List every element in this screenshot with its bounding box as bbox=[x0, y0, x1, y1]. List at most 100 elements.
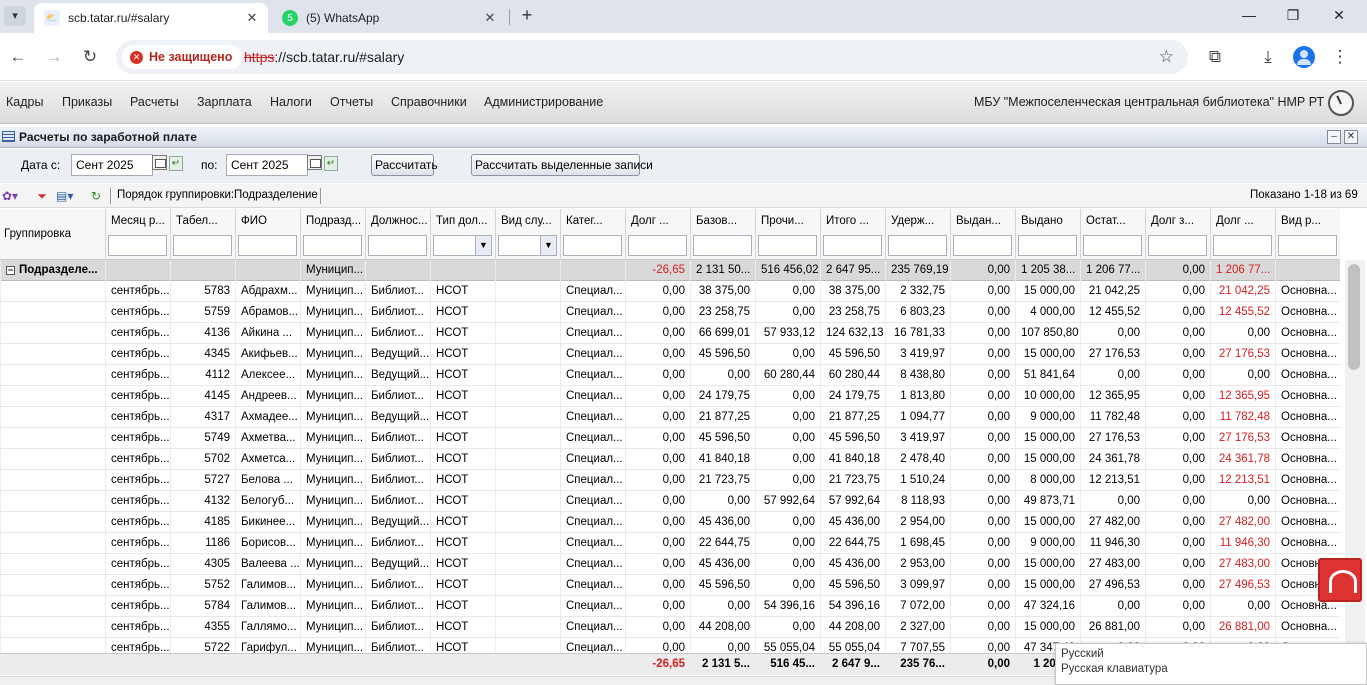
table-row[interactable]: сентябрь... 4345 Акифьев... Муницип... Ведущ… bbox=[0, 344, 1340, 365]
chevron-down-icon[interactable]: ▼ bbox=[475, 235, 492, 256]
profile-avatar-icon[interactable] bbox=[1293, 46, 1315, 68]
menu-item-directories[interactable]: Справочники bbox=[391, 95, 467, 109]
column-header[interactable]: Итого ... bbox=[820, 209, 885, 260]
table-row[interactable]: сентябрь... 5727 Белова ... Муницип... Библи… bbox=[0, 470, 1340, 491]
column-header[interactable]: Месяц р... bbox=[105, 209, 170, 260]
column-filter-input[interactable] bbox=[238, 235, 297, 256]
table-row[interactable]: сентябрь... 5759 Абрамов... Муницип... Библи… bbox=[0, 302, 1340, 323]
table-row[interactable]: сентябрь... 5749 Ахметва... Муницип... Библи… bbox=[0, 428, 1340, 449]
column-header[interactable]: Вид р... bbox=[1275, 209, 1340, 260]
security-chip[interactable]: ✕ Не защищено bbox=[122, 45, 243, 69]
panel-close-icon[interactable]: ✕ bbox=[1344, 130, 1358, 144]
table-row[interactable]: сентябрь... 4185 Бикинее... Муницип... Ведущ… bbox=[0, 512, 1340, 533]
column-filter-input[interactable] bbox=[1083, 235, 1142, 256]
column-filter-input[interactable] bbox=[953, 235, 1012, 256]
clear-filter-icon[interactable]: ⏷ bbox=[34, 188, 50, 204]
column-header[interactable]: Вид слу... ▼ bbox=[495, 209, 560, 260]
table-row[interactable]: сентябрь... 4305 Валеева ... Муницип... Веду… bbox=[0, 554, 1340, 575]
tab-salary[interactable]: ⛅ scb.tatar.ru/#salary ✕ bbox=[34, 3, 268, 33]
minimize-icon[interactable]: — bbox=[1232, 4, 1266, 26]
table-row[interactable]: сентябрь... 4136 Айкина ... Муницип... Библи… bbox=[0, 323, 1340, 344]
browser-menu-icon[interactable]: ⋮ bbox=[1328, 45, 1352, 69]
column-header[interactable]: Катег... bbox=[560, 209, 625, 260]
column-header[interactable]: Остат... bbox=[1080, 209, 1145, 260]
menu-item-taxes[interactable]: Налоги bbox=[270, 95, 312, 109]
column-filter-input[interactable] bbox=[563, 235, 622, 256]
calculate-selected-button[interactable]: Рассчитать выделенные записи bbox=[471, 154, 653, 176]
column-header[interactable]: ФИО bbox=[235, 209, 300, 260]
column-header[interactable]: Табел... bbox=[170, 209, 235, 260]
column-header-grouping[interactable]: Группировка bbox=[0, 209, 105, 260]
url-text[interactable]: https://scb.tatar.ru/#salary bbox=[244, 49, 404, 65]
settings-menu-icon[interactable]: ✿▾ bbox=[2, 188, 18, 204]
group-row[interactable]: − Подразделе... Муницип... -26,65 2 131 50..… bbox=[0, 260, 1340, 281]
back-icon[interactable]: ← bbox=[7, 46, 29, 68]
column-header[interactable]: Базов... bbox=[690, 209, 755, 260]
calendar-icon[interactable] bbox=[152, 155, 167, 170]
app-logo-icon[interactable] bbox=[1318, 558, 1362, 602]
extensions-icon[interactable]: ⧉ bbox=[1203, 45, 1227, 69]
column-header[interactable]: Подразд... bbox=[300, 209, 365, 260]
reload-icon[interactable]: ↻ bbox=[79, 46, 101, 68]
table-row[interactable]: сентябрь... 5784 Галимов... Муницип... Библи… bbox=[0, 596, 1340, 617]
column-filter-input[interactable] bbox=[1213, 235, 1272, 256]
download-icon[interactable]: ⤓ bbox=[1256, 45, 1280, 69]
column-filter-input[interactable] bbox=[758, 235, 817, 256]
column-filter-input[interactable] bbox=[823, 235, 882, 256]
forward-icon[interactable]: → bbox=[43, 46, 65, 68]
column-header[interactable]: Долг ... bbox=[1210, 209, 1275, 260]
tab-close-icon[interactable]: ✕ bbox=[480, 10, 500, 26]
menu-item-reports[interactable]: Отчеты bbox=[330, 95, 373, 109]
calculate-button[interactable]: Рассчитать bbox=[371, 154, 438, 176]
column-header[interactable]: Долг ... bbox=[625, 209, 690, 260]
restore-icon[interactable]: ❐ bbox=[1276, 4, 1310, 26]
tab-close-icon[interactable]: ✕ bbox=[242, 10, 262, 26]
table-row[interactable]: сентябрь... 1186 Борисов... Муницип... Библи… bbox=[0, 533, 1340, 554]
column-filter-input[interactable] bbox=[888, 235, 947, 256]
calendar-icon[interactable] bbox=[307, 155, 322, 170]
apply-arrow-icon[interactable]: ↵ bbox=[324, 156, 338, 171]
column-filter-input[interactable] bbox=[693, 235, 752, 256]
new-tab-icon[interactable]: + bbox=[516, 5, 538, 27]
menu-item-kadry[interactable]: Кадры bbox=[6, 95, 43, 109]
column-filter-input[interactable] bbox=[628, 235, 687, 256]
column-header[interactable]: Выдано bbox=[1015, 209, 1080, 260]
table-row[interactable]: сентябрь... 5702 Ахметса... Муницип... Библи… bbox=[0, 449, 1340, 470]
table-row[interactable]: сентябрь... 5783 Абдрахм... Муницип... Библи… bbox=[0, 281, 1340, 302]
date-to-field[interactable]: Сент 2025 bbox=[226, 154, 308, 176]
table-row[interactable]: сентябрь... 4355 Галлямо... Муницип... Библи… bbox=[0, 617, 1340, 638]
table-row[interactable]: сентябрь... 4317 Ахмадее... Муницип... Ведущ… bbox=[0, 407, 1340, 428]
column-header[interactable]: Тип дол... ▼ bbox=[430, 209, 495, 260]
collapse-group-icon[interactable]: − bbox=[6, 266, 15, 275]
apply-arrow-icon[interactable]: ↵ bbox=[169, 156, 183, 171]
column-header[interactable]: Удерж... bbox=[885, 209, 950, 260]
column-header[interactable]: Должнос... bbox=[365, 209, 430, 260]
clock-icon[interactable] bbox=[1328, 90, 1354, 116]
column-filter-input[interactable] bbox=[108, 235, 167, 256]
chevron-down-icon[interactable]: ▼ bbox=[540, 235, 557, 256]
table-row[interactable]: сентябрь... 5752 Галимов... Муницип... Библи… bbox=[0, 575, 1340, 596]
column-filter-input[interactable] bbox=[1278, 235, 1337, 256]
table-row[interactable]: сентябрь... 4132 Белогуб... Муницип... Библи… bbox=[0, 491, 1340, 512]
window-close-icon[interactable]: ✕ bbox=[1322, 4, 1356, 26]
group-order-value[interactable]: Подразделение bbox=[234, 189, 318, 201]
bookmark-star-icon[interactable]: ☆ bbox=[1159, 47, 1174, 67]
refresh-icon[interactable]: ↻ bbox=[88, 188, 104, 204]
column-header[interactable]: Долг з... bbox=[1145, 209, 1210, 260]
scrollbar-thumb[interactable] bbox=[1348, 264, 1360, 370]
column-filter-input[interactable] bbox=[173, 235, 232, 256]
tab-whatsapp[interactable]: 5 (5) WhatsApp ✕ bbox=[272, 3, 506, 33]
table-row[interactable]: сентябрь... 4145 Андреев... Муницип... Библи… bbox=[0, 386, 1340, 407]
date-from-field[interactable]: Сент 2025 bbox=[71, 154, 153, 176]
address-bar[interactable]: ✕ Не защищено https://scb.tatar.ru/#sala… bbox=[116, 40, 1188, 74]
print-menu-icon[interactable]: ▤▾ bbox=[56, 188, 73, 204]
column-filter-input[interactable] bbox=[1018, 235, 1077, 256]
menu-item-orders[interactable]: Приказы bbox=[62, 95, 112, 109]
column-header[interactable]: Прочи... bbox=[755, 209, 820, 260]
table-row[interactable]: сентябрь... 4112 Алексее... Муницип... Ведущ… bbox=[0, 365, 1340, 386]
menu-item-salary[interactable]: Зарплата bbox=[197, 95, 252, 109]
column-header[interactable]: Выдан... bbox=[950, 209, 1015, 260]
menu-item-calculations[interactable]: Расчеты bbox=[130, 95, 179, 109]
column-filter-input[interactable] bbox=[368, 235, 427, 256]
menu-item-administration[interactable]: Администрирование bbox=[484, 95, 603, 109]
